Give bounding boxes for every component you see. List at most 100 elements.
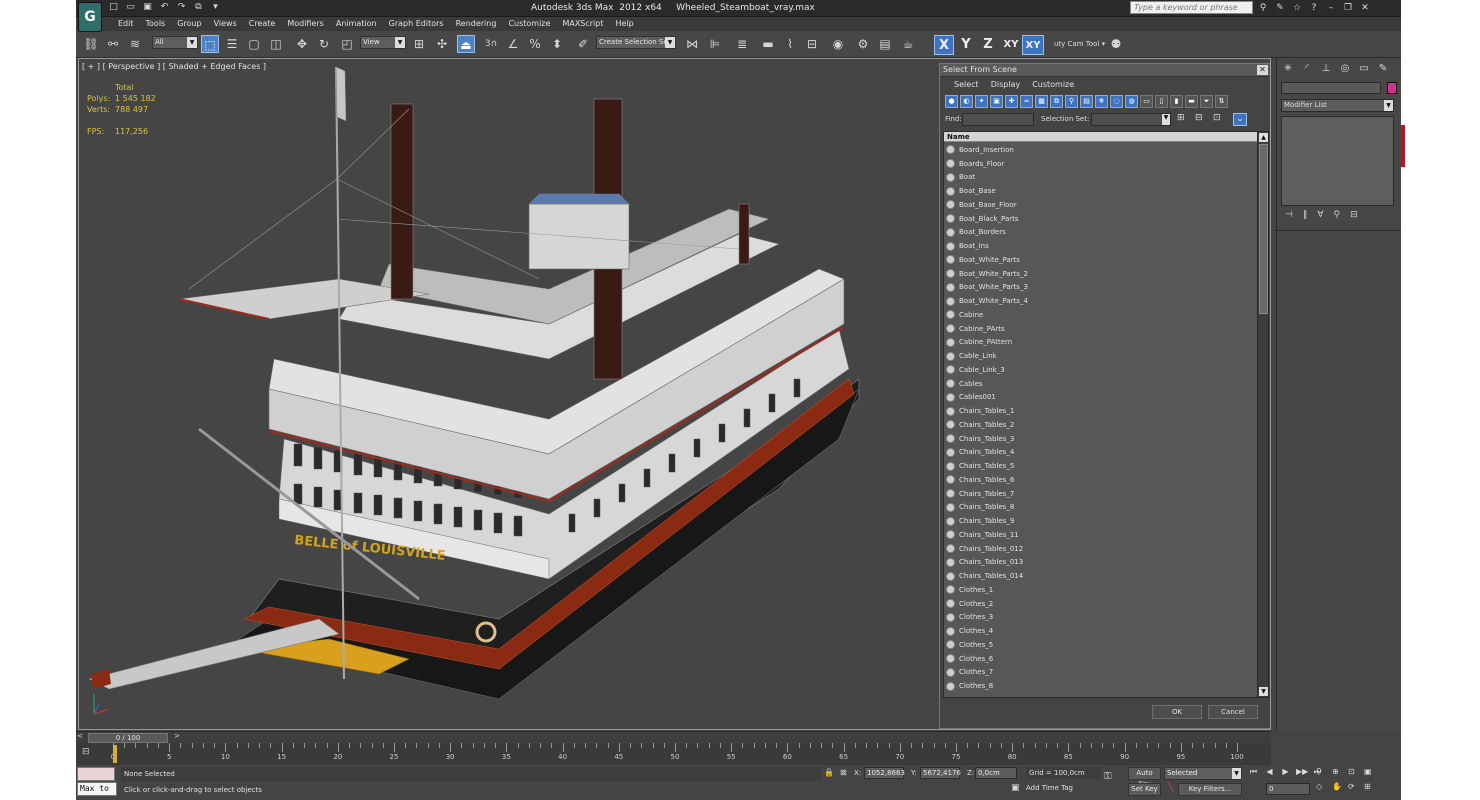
zoom-all-icon[interactable]: ⊕	[1332, 767, 1348, 776]
graphite-ribbon-icon[interactable]: ▬	[759, 35, 777, 53]
list-item[interactable]: Clothes_3	[944, 611, 1258, 625]
list-item[interactable]: Chairs_Tables_7	[944, 487, 1258, 501]
list-item[interactable]: Chairs_Tables_4	[944, 446, 1258, 460]
zoom-extents-icon[interactable]: ⊡	[1348, 767, 1364, 776]
new-icon[interactable]: □	[108, 2, 119, 13]
select-all-icon[interactable]: ▮	[1170, 95, 1183, 108]
dialog-menu-display[interactable]: Display	[985, 80, 1027, 92]
orbit-icon[interactable]: ⟳	[1348, 782, 1364, 791]
menu-modifiers[interactable]: Modifiers	[281, 19, 330, 28]
application-button[interactable]: G	[78, 2, 102, 32]
list-item[interactable]: Clothes_5	[944, 638, 1258, 652]
display-spacewarps-icon[interactable]: ≈	[1020, 95, 1033, 108]
bind-spacewarp-icon[interactable]: ≋	[126, 35, 144, 53]
key-icon[interactable]: ⚿	[1104, 771, 1112, 782]
list-item[interactable]: Cable_Link	[944, 349, 1258, 363]
rectangular-region-icon[interactable]: ▢	[245, 35, 263, 53]
close-icon[interactable]: ✕	[1257, 65, 1268, 75]
object-name-field[interactable]	[1281, 82, 1381, 94]
x-coordinate-field[interactable]: 1052,8663	[864, 767, 905, 779]
list-item[interactable]: Clothes_2	[944, 597, 1258, 611]
create-tab-icon[interactable]: ✳	[1281, 62, 1295, 76]
layer-manager-icon[interactable]: ≣	[733, 35, 751, 53]
list-item[interactable]: Chairs_Tables_013	[944, 556, 1258, 570]
list-item[interactable]: Clothes_8	[944, 679, 1258, 693]
tools-icon[interactable]: ✎	[1274, 2, 1286, 14]
list-item[interactable]: Cables	[944, 377, 1258, 391]
axis-constraint-z-button[interactable]: Z	[979, 35, 997, 55]
menu-customize[interactable]: Customize	[502, 19, 556, 28]
modifier-list-dropdown[interactable]: Modifier List ▼	[1281, 99, 1394, 112]
maximize-viewport-icon[interactable]: ⊞	[1364, 782, 1380, 791]
menu-graph-editors[interactable]: Graph Editors	[383, 19, 450, 28]
cancel-button[interactable]: Cancel	[1208, 705, 1258, 719]
list-item[interactable]: Boat_White_Parts_3	[944, 281, 1258, 295]
select-manipulate-icon[interactable]: ✣	[433, 35, 451, 53]
keyboard-shortcut-override-icon[interactable]: ⏏	[457, 35, 475, 53]
display-none-icon[interactable]: ▭	[1140, 95, 1153, 108]
dialog-menu-select[interactable]: Select	[948, 80, 985, 92]
list-item[interactable]: Clothes_4	[944, 624, 1258, 638]
list-item[interactable]: Boat_Base_Floor	[944, 198, 1258, 212]
list-item[interactable]: Cabine_PAttern	[944, 336, 1258, 350]
play-icon[interactable]: ▶	[1280, 767, 1291, 777]
angle-snap-icon[interactable]: ∠	[504, 35, 522, 53]
set-key-filter-icon[interactable]: ╲	[1168, 783, 1173, 793]
viewport-label[interactable]: [ + ] [ Perspective ] [ Shaded + Edged F…	[82, 62, 266, 71]
display-groups-icon[interactable]: ▦	[1035, 95, 1048, 108]
open-icon[interactable]: ▭	[125, 2, 136, 13]
display-frozen-icon[interactable]: ❄	[1095, 95, 1108, 108]
spinner-snap-icon[interactable]: ⬍	[548, 35, 566, 53]
axis-constraint-x-button[interactable]: X	[934, 35, 954, 55]
find-input[interactable]	[962, 113, 1034, 126]
y-coordinate-field[interactable]: 5672,4176	[920, 767, 961, 779]
pin-stack-icon[interactable]: ⊣	[1285, 210, 1293, 220]
display-containers-icon[interactable]: ▤	[1080, 95, 1093, 108]
maxscript-listener-mini[interactable]	[77, 767, 115, 781]
menu-help[interactable]: Help	[610, 19, 640, 28]
cam-tool-label[interactable]: uty Cam Tool ▾	[1054, 40, 1105, 48]
sync-selection-icon[interactable]: ⇅	[1215, 95, 1228, 108]
menu-group[interactable]: Group	[171, 19, 207, 28]
menu-animation[interactable]: Animation	[330, 19, 383, 28]
auto-key-button[interactable]: Auto Key	[1128, 767, 1161, 788]
object-color-swatch[interactable]	[1387, 82, 1397, 94]
menu-rendering[interactable]: Rendering	[450, 19, 503, 28]
find-case-sensitive-icon[interactable]: ⌄	[1233, 113, 1247, 126]
render-production-icon[interactable]: ☕	[899, 35, 917, 53]
modify-tab-icon[interactable]: ◜	[1300, 62, 1314, 76]
help-icon[interactable]: ?	[1308, 2, 1320, 14]
display-cameras-icon[interactable]: ▣	[990, 95, 1003, 108]
axis-constraint-xy-button[interactable]: XY	[1000, 35, 1022, 55]
show-end-result-icon[interactable]: ‖	[1303, 210, 1308, 220]
ok-button[interactable]: OK	[1152, 705, 1202, 719]
dialog-title-bar[interactable]: Select From Scene ✕	[940, 64, 1270, 77]
selection-set-dropdown[interactable]: ▼	[1091, 113, 1171, 126]
remove-selection-set-icon[interactable]: ⊟	[1195, 113, 1203, 123]
absolute-mode-icon[interactable]: ⊠	[840, 768, 847, 777]
list-item[interactable]: Boards_Floor	[944, 157, 1258, 171]
schematic-view-icon[interactable]: ⊟	[803, 35, 821, 53]
display-geometry-icon[interactable]: ●	[945, 95, 958, 108]
list-item[interactable]: Boat	[944, 171, 1258, 185]
lock-selection-icon[interactable]: 🔒	[824, 768, 834, 777]
display-helpers-icon[interactable]: ✚	[1005, 95, 1018, 108]
list-item[interactable]: Chairs_Tables_5	[944, 459, 1258, 473]
select-object-icon[interactable]: ⬚	[201, 35, 219, 53]
list-item[interactable]: Clothes_6	[944, 652, 1258, 666]
list-item[interactable]: Boat_Borders	[944, 226, 1258, 240]
key-mode-dropdown[interactable]: Selected ▼	[1164, 767, 1242, 780]
next-frame-icon[interactable]: ▶▶	[1296, 767, 1308, 777]
display-lights-icon[interactable]: ✦	[975, 95, 988, 108]
display-shapes-icon[interactable]: ◐	[960, 95, 973, 108]
project-icon[interactable]: ⧉	[193, 2, 204, 13]
mirror-icon[interactable]: ⋈	[683, 35, 701, 53]
list-item[interactable]: Chairs_Tables_3	[944, 432, 1258, 446]
make-unique-icon[interactable]: ∀	[1317, 210, 1323, 220]
display-xrefs-icon[interactable]: ⧉	[1050, 95, 1063, 108]
z-coordinate-field[interactable]: 0,0cm	[975, 767, 1017, 779]
render-frame-icon[interactable]: ▾	[210, 2, 221, 13]
motion-tab-icon[interactable]: ◎	[1338, 62, 1352, 76]
select-none-icon[interactable]: ▬	[1185, 95, 1198, 108]
search-input[interactable]: Type a keyword or phrase	[1130, 1, 1253, 14]
